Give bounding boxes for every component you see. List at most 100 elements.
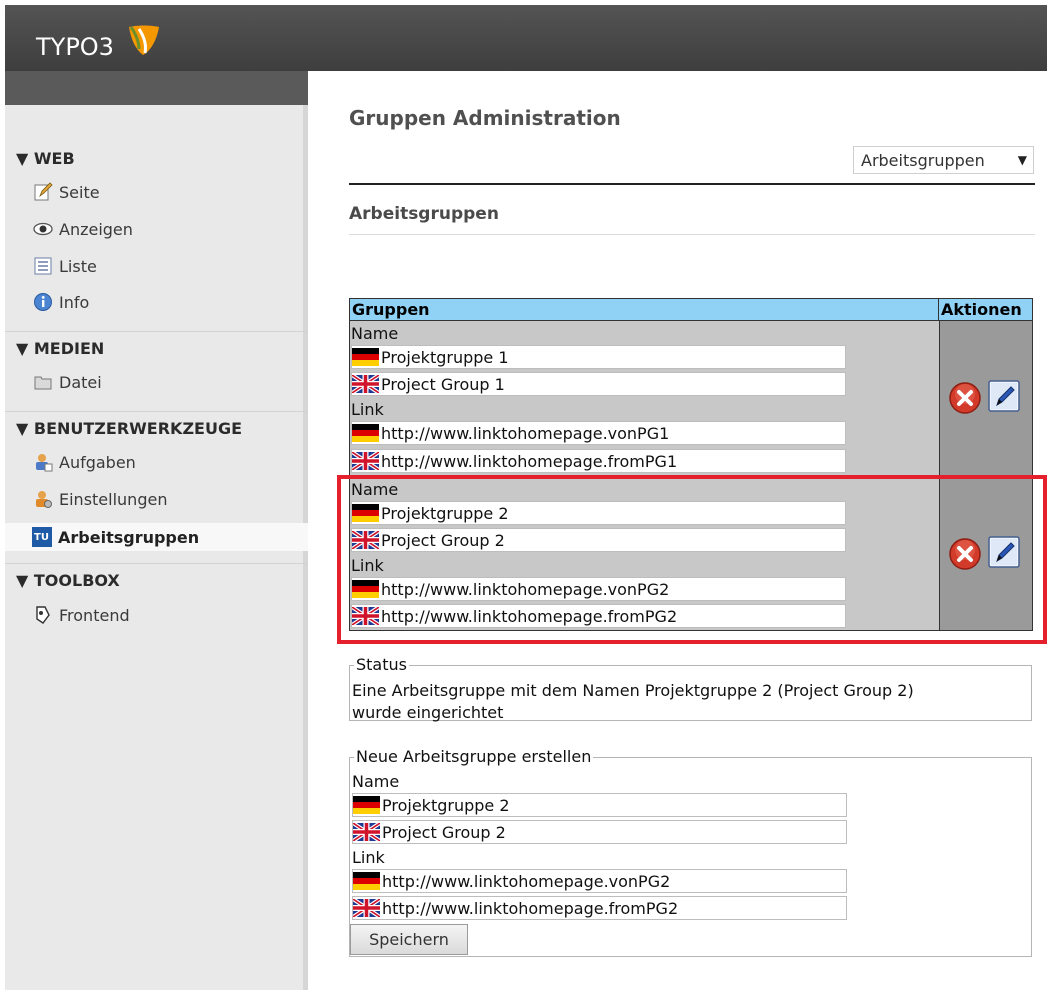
sidebar-item-label: Datei — [59, 372, 102, 392]
eye-icon — [33, 222, 53, 236]
uk-flag-icon — [352, 452, 379, 470]
uk-flag-icon — [353, 823, 380, 841]
sidebar-item-label: Einstellungen — [59, 489, 168, 509]
field-value: http://www.linktohomepage.vonPG2 — [381, 579, 670, 599]
delete-icon[interactable] — [948, 537, 982, 571]
delete-icon[interactable] — [948, 381, 982, 415]
status-fieldset: Status Eine Arbeitsgruppe mit dem Namen … — [349, 655, 1032, 724]
sidebar-item-frontend[interactable]: Frontend — [33, 603, 130, 627]
field-value: Projektgruppe 2 — [381, 503, 509, 523]
german-flag-icon — [352, 504, 379, 522]
group-name-de[interactable]: Projektgruppe 2 — [351, 501, 846, 525]
german-flag-icon — [353, 796, 380, 814]
folder-icon — [34, 376, 52, 390]
group-link-de[interactable]: http://www.linktohomepage.vonPG2 — [351, 577, 846, 601]
german-flag-icon — [353, 872, 380, 890]
german-flag-icon — [352, 580, 379, 598]
group-name-en[interactable]: Project Group 1 — [351, 372, 846, 396]
group-name-en[interactable]: Project Group 2 — [351, 528, 846, 552]
divider — [5, 563, 308, 564]
new-link-en-input[interactable]: http://www.linktohomepage.fromPG2 — [352, 896, 847, 920]
sidebar-item-label: Liste — [59, 256, 97, 276]
groups-table: Gruppen Aktionen Name Projektgruppe 1 Pr… — [349, 298, 1033, 631]
uk-flag-icon — [352, 375, 379, 393]
field-value: http://www.linktohomepage.vonPG1 — [381, 423, 670, 443]
new-name-en-input[interactable]: Project Group 2 — [352, 820, 847, 844]
link-label: Link — [352, 848, 385, 867]
field-value: Project Group 2 — [382, 822, 506, 842]
list-icon — [34, 257, 52, 275]
sidebar-item-seite[interactable]: Seite — [33, 180, 100, 204]
sidebar-item-label: Info — [59, 292, 90, 312]
name-label: Name — [352, 772, 400, 791]
sidebar-item-label: Arbeitsgruppen — [58, 527, 200, 547]
sidebar-item-aufgaben[interactable]: Aufgaben — [33, 450, 136, 474]
group-link-en[interactable]: http://www.linktohomepage.fromPG1 — [351, 449, 846, 473]
uk-flag-icon — [352, 607, 379, 625]
field-value: Projektgruppe 2 — [382, 795, 510, 815]
group-link-en[interactable]: http://www.linktohomepage.fromPG2 — [351, 604, 846, 628]
group-name-de[interactable]: Projektgruppe 1 — [351, 345, 846, 369]
field-value: http://www.linktohomepage.fromPG2 — [381, 606, 678, 626]
column-header-groups: Gruppen — [350, 299, 939, 321]
typo3-logo-text: TYPO3 — [36, 33, 114, 61]
top-bar: TYPO3 — [5, 5, 1047, 71]
german-flag-icon — [352, 424, 379, 442]
uk-flag-icon — [352, 531, 379, 549]
field-value: Project Group 1 — [381, 374, 505, 394]
sidebar-item-anzeigen[interactable]: Anzeigen — [33, 217, 133, 241]
sidebar-item-einstellungen[interactable]: Einstellungen — [33, 487, 167, 511]
link-label: Link — [351, 400, 384, 419]
sidebar-item-info[interactable]: Info — [33, 290, 89, 314]
field-value: http://www.linktohomepage.vonPG2 — [382, 871, 671, 891]
typo3-logo-icon — [129, 25, 159, 55]
section-title: Arbeitsgruppen — [349, 204, 499, 224]
new-group-legend: Neue Arbeitsgruppe erstellen — [354, 747, 594, 766]
sidebar-item-arbeitsgruppen[interactable]: TU Arbeitsgruppen — [5, 523, 308, 551]
section-toolbox[interactable]: ▼ TOOLBOX — [16, 571, 120, 590]
section-medien[interactable]: ▼ MEDIEN — [16, 339, 104, 358]
status-line: Eine Arbeitsgruppe mit dem Namen Projekt… — [352, 681, 914, 700]
status-line: wurde eingerichtet — [352, 703, 504, 722]
divider — [5, 411, 308, 412]
page-title: Gruppen Administration — [349, 106, 621, 130]
save-button[interactable]: Speichern — [350, 924, 468, 955]
new-name-de-input[interactable]: Projektgruppe 2 — [352, 793, 847, 817]
link-label: Link — [351, 556, 384, 575]
name-label: Name — [351, 480, 399, 499]
sidebar-item-datei[interactable]: Datei — [33, 370, 102, 394]
sidebar-item-label: Seite — [59, 182, 100, 202]
sidebar-item-liste[interactable]: Liste — [33, 254, 97, 278]
section-web[interactable]: ▼ WEB — [16, 149, 75, 168]
section-benutzerwerkzeuge[interactable]: ▼ BENUTZERWERKZEUGE — [16, 419, 242, 438]
field-value: Projektgruppe 1 — [381, 347, 509, 367]
info-icon — [34, 293, 52, 311]
status-message: Eine Arbeitsgruppe mit dem Namen Projekt… — [352, 680, 914, 724]
edit-icon[interactable] — [987, 535, 1021, 569]
page-edit-icon — [34, 182, 53, 201]
new-link-de-input[interactable]: http://www.linktohomepage.vonPG2 — [352, 869, 847, 893]
user-tasks-icon — [36, 454, 53, 472]
field-value: http://www.linktohomepage.fromPG2 — [382, 898, 679, 918]
name-label: Name — [351, 324, 399, 343]
status-legend: Status — [354, 655, 409, 674]
column-header-actions: Aktionen — [939, 299, 1032, 321]
chevron-down-icon: ▼ — [1017, 153, 1027, 167]
group-link-de[interactable]: http://www.linktohomepage.vonPG1 — [351, 421, 846, 445]
german-flag-icon — [352, 348, 379, 366]
user-settings-icon — [36, 491, 52, 508]
select-value: Arbeitsgruppen — [861, 151, 985, 170]
sidebar-item-label: Anzeigen — [59, 219, 133, 239]
svg-text:TU: TU — [34, 532, 49, 543]
field-value: http://www.linktohomepage.fromPG1 — [381, 451, 678, 471]
edit-icon[interactable] — [987, 379, 1021, 413]
divider — [5, 331, 308, 332]
sidebar-item-label: Aufgaben — [59, 452, 136, 472]
divider — [349, 234, 1035, 235]
uk-flag-icon — [353, 899, 380, 917]
sidebar-header-strip — [5, 71, 308, 105]
field-value: Project Group 2 — [381, 530, 505, 550]
divider — [349, 183, 1035, 185]
view-select[interactable]: Arbeitsgruppen ▼ — [853, 146, 1034, 174]
sidebar-item-label: Frontend — [59, 605, 130, 625]
